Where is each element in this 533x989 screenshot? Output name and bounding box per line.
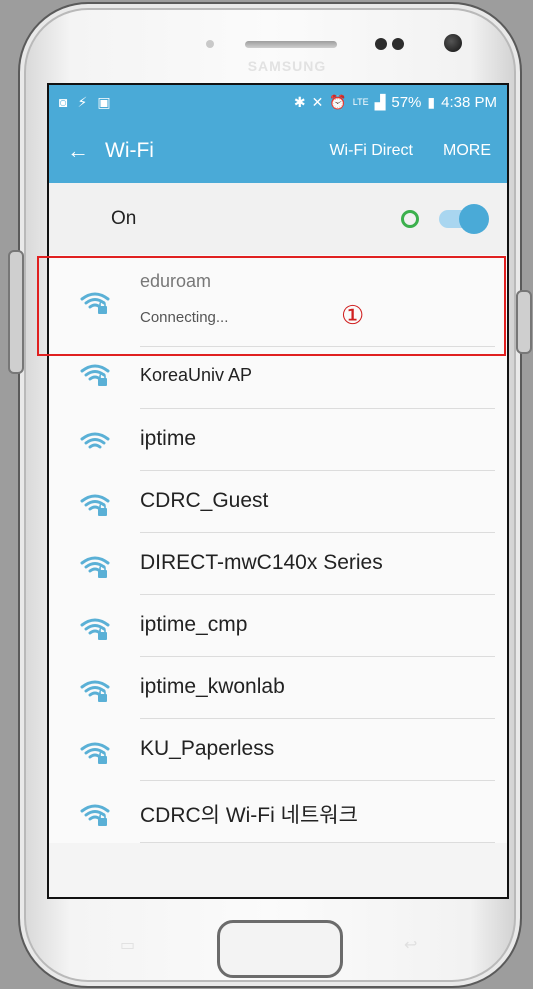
network-name: DIRECT-mwC140x Series [140, 551, 383, 574]
network-item-ku-paperless[interactable]: KU_Paperless [49, 719, 507, 781]
wifi-open-icon [80, 432, 110, 449]
network-name: KoreaUniv AP [140, 365, 253, 385]
network-name: iptime_cmp [140, 613, 248, 636]
power-button[interactable] [516, 290, 532, 354]
front-sensor [206, 40, 214, 48]
recent-apps-icon[interactable]: ▭ [120, 935, 135, 955]
network-item-iptime-kwonlab[interactable]: iptime_kwonlab [49, 657, 507, 719]
divider [140, 842, 495, 843]
network-name: CDRC_Guest [140, 489, 269, 512]
network-item-iptime[interactable]: iptime [49, 409, 507, 471]
wifi-toggle-label: On [111, 208, 137, 229]
network-item-koreauniv-ap[interactable]: KoreaUniv AP [49, 347, 507, 409]
image-notification-icon: ▣ [97, 93, 111, 110]
network-name: iptime_kwonlab [140, 675, 285, 698]
lte-icon: LTE [352, 97, 369, 107]
home-button[interactable] [217, 920, 343, 978]
wifi-secured-icon [80, 680, 110, 702]
wifi-secured-icon [80, 364, 110, 386]
battery-icon: ▮ [427, 93, 436, 110]
more-button[interactable]: MORE [443, 142, 491, 160]
back-key-icon[interactable]: ↩ [404, 935, 417, 955]
wifi-secured-icon [80, 618, 110, 640]
wifi-secured-icon [80, 556, 110, 578]
notification-icon: ◙ [59, 94, 68, 110]
clock: 4:38 PM [441, 93, 497, 111]
network-item-iptime-cmp[interactable]: iptime_cmp [49, 595, 507, 657]
network-name: iptime [140, 427, 197, 450]
network-item-cdrc-wifi[interactable]: CDRC의 Wi-Fi 네트워크 [49, 781, 507, 843]
highlight-box [37, 256, 506, 356]
volume-button[interactable] [8, 250, 24, 374]
wifi-toggle-switch[interactable] [439, 204, 489, 234]
proximity-sensor [375, 38, 387, 50]
wifi-toggle-row[interactable]: On [49, 183, 507, 255]
bluetooth-icon: ✱ [293, 93, 306, 110]
wifi-secured-icon [80, 494, 110, 516]
network-item-cdrc-guest[interactable]: CDRC_Guest [49, 471, 507, 533]
network-name: KU_Paperless [140, 737, 275, 760]
light-sensor [392, 38, 404, 50]
page-title: Wi-Fi [105, 139, 154, 162]
switch-knob [459, 204, 489, 234]
network-name: CDRC의 Wi-Fi 네트워크 [140, 804, 358, 827]
signal-icon: ▟ [374, 93, 386, 110]
wifi-direct-button[interactable]: Wi-Fi Direct [329, 142, 413, 160]
wifi-secured-icon [80, 804, 110, 826]
brand-logo: SAMSUNG [247, 58, 327, 74]
app-notification-icon: ⚡ [77, 93, 88, 110]
front-camera [444, 34, 462, 52]
app-bar: ← Wi-Fi Wi-Fi Direct MORE [49, 119, 507, 183]
battery-percentage: 57% [391, 93, 422, 111]
phone-screen: ◙ ⚡ ▣ ✱ ✕ ⏰ LTE ▟ 57% ▮ 4:38 PM ← Wi-Fi … [47, 83, 509, 899]
mute-icon: ✕ [311, 93, 324, 110]
back-arrow-icon[interactable]: ← [67, 138, 89, 164]
status-bar: ◙ ⚡ ▣ ✱ ✕ ⏰ LTE ▟ 57% ▮ 4:38 PM [49, 85, 507, 119]
earpiece-speaker [245, 41, 337, 48]
alarm-icon: ⏰ [329, 93, 347, 110]
wifi-secured-icon [80, 742, 110, 764]
network-item-direct-mwc140x[interactable]: DIRECT-mwC140x Series [49, 533, 507, 595]
smart-network-icon [401, 210, 419, 228]
